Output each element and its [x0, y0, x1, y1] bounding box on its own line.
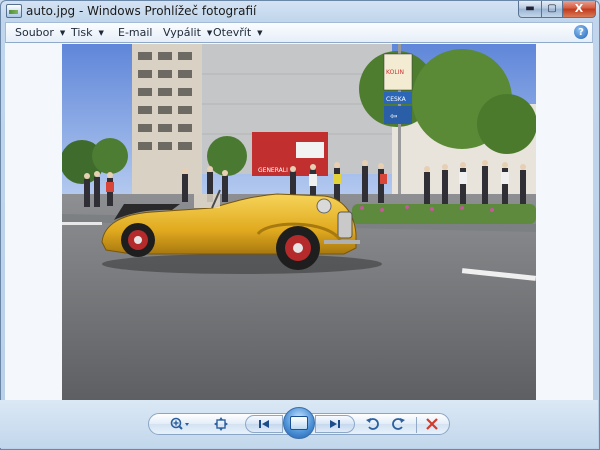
next-icon	[330, 420, 340, 428]
menu-open-label: Otevřít	[213, 26, 252, 39]
chevron-down-icon: ▼	[206, 29, 213, 37]
menu-file-label: Soubor	[15, 26, 54, 39]
delete-button[interactable]	[424, 417, 440, 431]
tree	[477, 94, 536, 154]
maximize-button[interactable]: ▢	[541, 1, 563, 18]
menu-print-label: Tisk	[71, 26, 93, 39]
hedge	[352, 204, 536, 224]
menu-email-label: E-mail	[118, 26, 153, 39]
previous-button[interactable]	[245, 415, 283, 433]
menu-email[interactable]: E-mail	[118, 26, 153, 39]
help-icon[interactable]: ?	[574, 25, 588, 39]
photo-viewer-app-icon[interactable]	[6, 4, 22, 18]
rotate-clockwise-icon	[392, 418, 405, 430]
chevron-down-icon: ▼	[98, 29, 104, 37]
photo-image[interactable]: GENERALI KOLIN CESKA ⇦	[62, 44, 536, 400]
sign-text-middle: CESKA	[386, 96, 407, 103]
billboard-panel	[296, 142, 324, 158]
menu-file[interactable]: Soubor ▼	[15, 26, 65, 39]
menu-burn[interactable]: Vypálit ▼	[163, 26, 212, 39]
menu-open[interactable]: Otevřít ▼	[213, 26, 263, 39]
tree	[92, 138, 128, 174]
rotate-clockwise-button[interactable]	[389, 416, 407, 432]
sign-text-top: KOLIN	[386, 69, 404, 76]
car-shadow	[102, 254, 382, 274]
toolbar-separator	[416, 417, 417, 433]
sign-arrow: ⇦	[390, 112, 398, 122]
image-viewport: GENERALI KOLIN CESKA ⇦	[5, 43, 593, 400]
previous-icon	[259, 420, 269, 428]
sign-direction	[384, 106, 412, 124]
menu-print[interactable]: Tisk ▼	[71, 26, 104, 39]
billboard-brand: GENERALI	[258, 167, 288, 174]
slideshow-icon	[290, 416, 308, 430]
window-title: auto.jpg - Windows Prohlížeč fotografií	[26, 4, 257, 18]
close-button[interactable]: X	[562, 1, 596, 18]
next-button[interactable]	[315, 415, 355, 433]
command-bar: Soubor ▼ Tisk ▼ E-mail Vypálit ▼ Otevřít ▼ ?	[5, 22, 593, 43]
actual-size-button[interactable]	[212, 417, 230, 431]
actual-size-icon	[214, 417, 228, 431]
title-bar[interactable]: auto.jpg - Windows Prohlížeč fotografií …	[0, 0, 598, 22]
apartment-building	[132, 44, 202, 194]
minimize-button[interactable]: ▬	[518, 1, 542, 18]
zoom-icon	[170, 417, 189, 430]
photo-scene: GENERALI KOLIN CESKA ⇦	[62, 44, 536, 400]
delete-icon	[426, 418, 438, 430]
slideshow-button[interactable]	[283, 407, 315, 439]
menu-burn-label: Vypálit	[163, 26, 201, 39]
chevron-down-icon: ▼	[59, 29, 66, 37]
road-marking	[62, 222, 102, 225]
rotate-counterclockwise-button[interactable]	[364, 416, 382, 432]
rotate-counterclockwise-icon	[366, 418, 379, 430]
chevron-down-icon: ▼	[257, 29, 263, 37]
zoom-button[interactable]	[168, 417, 192, 431]
tree	[207, 136, 247, 176]
